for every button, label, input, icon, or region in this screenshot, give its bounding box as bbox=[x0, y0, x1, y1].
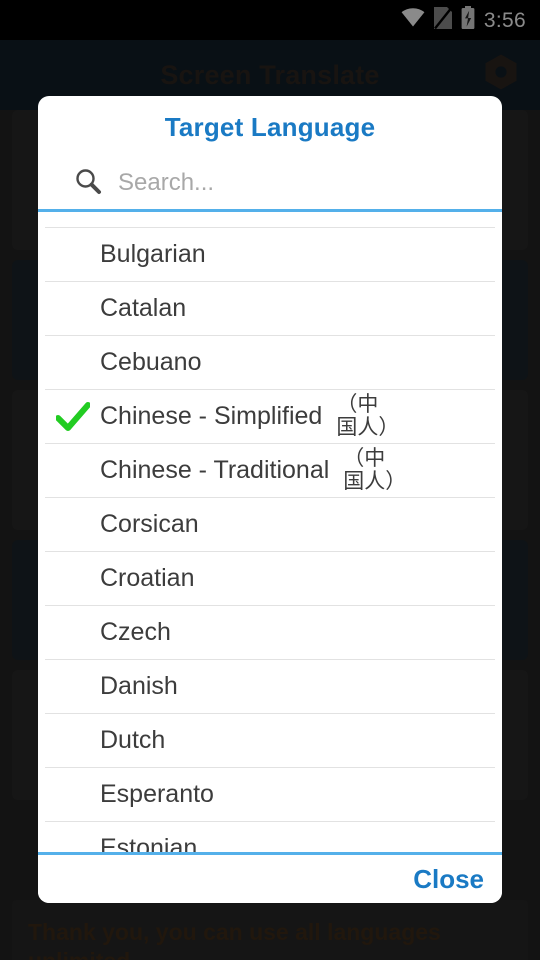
language-row[interactable]: Chinese - Traditional （中国人） bbox=[45, 444, 495, 498]
language-name: Chinese - Simplified bbox=[100, 402, 323, 430]
dialog-footer: Close bbox=[38, 855, 502, 903]
phone-screen: 3:56 Screen Translate Thank you, you can… bbox=[0, 0, 540, 960]
language-name: Dutch bbox=[100, 726, 166, 754]
language-row[interactable]: Chinese - Simplified （中国人） bbox=[45, 390, 495, 444]
check-icon bbox=[55, 401, 90, 431]
search-row[interactable] bbox=[38, 157, 502, 209]
language-name: Corsican bbox=[100, 510, 199, 538]
language-list[interactable]: Bosnian Bulgarian Catalan Cebuano Chinese - … bbox=[38, 212, 502, 852]
dialog-title: Target Language bbox=[164, 112, 376, 142]
language-row[interactable]: Bulgarian bbox=[45, 228, 495, 282]
language-name: Croatian bbox=[100, 564, 195, 592]
language-name: Chinese - Traditional bbox=[100, 456, 330, 484]
language-native-name: （中国人） bbox=[343, 447, 407, 493]
language-row[interactable]: Catalan bbox=[45, 282, 495, 336]
target-language-dialog: Target Language Bosnian Bulgarian Catalan C… bbox=[38, 96, 502, 903]
language-name: Bosnian bbox=[100, 212, 190, 215]
language-row[interactable]: Dutch bbox=[45, 714, 495, 768]
close-button[interactable]: Close bbox=[413, 864, 484, 895]
search-icon bbox=[74, 167, 102, 200]
language-native-name: （中国人） bbox=[336, 393, 400, 439]
search-input[interactable] bbox=[118, 169, 448, 197]
language-row[interactable]: Bosnian bbox=[45, 212, 495, 228]
language-row[interactable]: Estonian bbox=[45, 822, 495, 852]
language-name: Esperanto bbox=[100, 780, 214, 808]
language-row[interactable]: Cebuano bbox=[45, 336, 495, 390]
check-slot bbox=[45, 401, 100, 432]
language-row[interactable]: Corsican bbox=[45, 498, 495, 552]
language-name: Estonian bbox=[100, 834, 198, 852]
language-row[interactable]: Croatian bbox=[45, 552, 495, 606]
language-list-inner: Bosnian Bulgarian Catalan Cebuano Chinese - … bbox=[38, 212, 502, 852]
language-row[interactable]: Esperanto bbox=[45, 768, 495, 822]
language-name: Cebuano bbox=[100, 348, 202, 376]
language-name: Catalan bbox=[100, 294, 187, 322]
language-name: Bulgarian bbox=[100, 240, 206, 268]
language-row[interactable]: Danish bbox=[45, 660, 495, 714]
language-name: Czech bbox=[100, 618, 171, 646]
language-row[interactable]: Czech bbox=[45, 606, 495, 660]
language-name: Danish bbox=[100, 672, 178, 700]
